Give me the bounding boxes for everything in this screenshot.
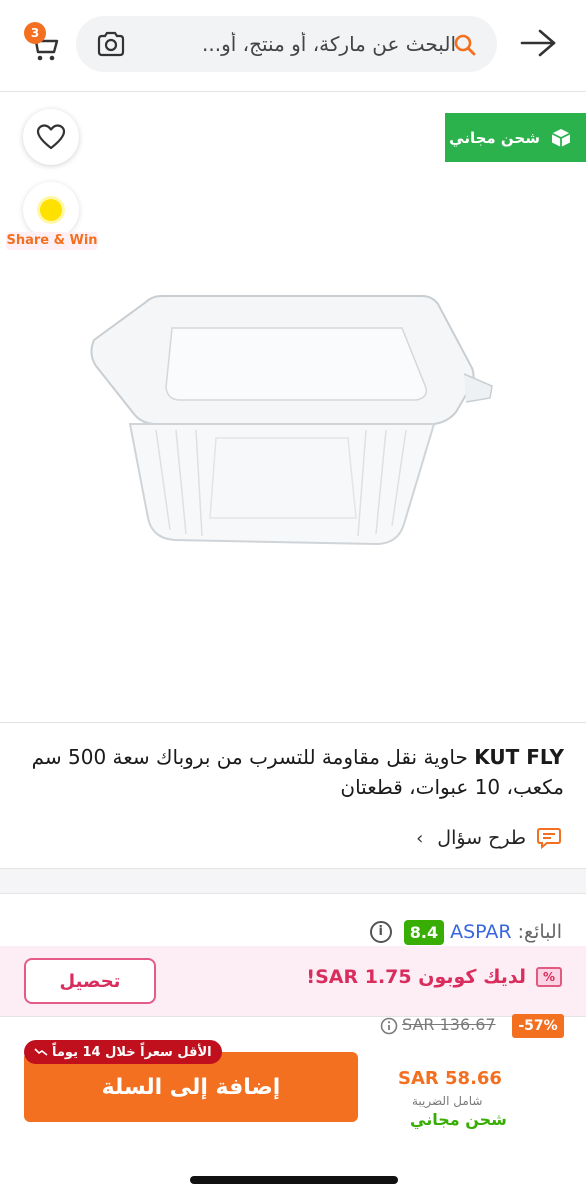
free-shipping-text: شحن مجاني	[410, 1110, 507, 1129]
coupon-banner: % لديك كوبون SAR 1.75! تحصيل	[0, 946, 586, 1016]
lowest-price-badge: الأقل سعراً خلال 14 يوماً	[24, 1040, 222, 1064]
ask-question-link[interactable]: طرح سؤال ›	[416, 822, 562, 854]
current-price: SAR 58.66	[398, 1068, 502, 1089]
info-icon[interactable]: i	[369, 921, 392, 943]
wishlist-button[interactable]	[23, 109, 79, 165]
share-and-win-label: Share & Win	[6, 232, 98, 250]
lowest-price-text: الأقل سعراً خلال 14 يوماً	[52, 1044, 212, 1060]
search-bar[interactable]	[76, 16, 497, 72]
cart-count-badge: 3	[24, 22, 46, 44]
section-separator	[0, 868, 586, 894]
home-indicator	[190, 1176, 398, 1184]
ask-question-label: طرح سؤال	[437, 827, 526, 849]
search-icon	[454, 34, 476, 56]
vat-note: شامل الضريبة	[412, 1094, 483, 1108]
divider	[0, 722, 586, 723]
discount-badge: -57%	[512, 1014, 564, 1038]
heart-icon	[36, 124, 66, 150]
free-shipping-badge: شحن مجاني	[445, 113, 586, 162]
price-info-icon[interactable]	[380, 1017, 398, 1035]
coin-icon	[40, 199, 62, 221]
free-shipping-label: شحن مجاني	[449, 128, 540, 147]
search-input[interactable]	[136, 16, 456, 72]
top-bar: 3	[0, 0, 586, 92]
chat-bubble-icon	[537, 828, 561, 850]
product-image[interactable]	[86, 268, 500, 558]
camera-icon[interactable]	[96, 31, 126, 57]
coupon-text: لديك كوبون SAR 1.75!	[306, 966, 526, 988]
chevron-left-icon: ›	[416, 827, 424, 849]
share-and-win-button[interactable]	[23, 182, 79, 238]
seller-name-link[interactable]: ASPAR	[450, 921, 512, 943]
seller-rating-badge: 8.4	[403, 919, 445, 945]
coupon-icon: %	[536, 967, 562, 987]
cart-button[interactable]: 3	[24, 22, 64, 66]
product-page: 3 شحن مجاني	[0, 0, 586, 1200]
product-brand[interactable]: KUT FLY	[474, 745, 564, 769]
seller-label: البائع:	[517, 921, 562, 943]
seller-row: البائع: ASPAR 8.4 i	[369, 916, 562, 948]
back-arrow-icon[interactable]	[518, 28, 558, 58]
product-title: KUT FLY حاوية نقل مقاومة للتسرب من بروبا…	[22, 742, 564, 802]
collect-coupon-button[interactable]: تحصيل	[24, 958, 156, 1004]
coupon-message: % لديك كوبون SAR 1.75!	[306, 966, 562, 988]
trend-down-icon	[34, 1048, 48, 1056]
old-price: SAR 136.67	[402, 1015, 496, 1034]
box-icon	[551, 128, 571, 147]
